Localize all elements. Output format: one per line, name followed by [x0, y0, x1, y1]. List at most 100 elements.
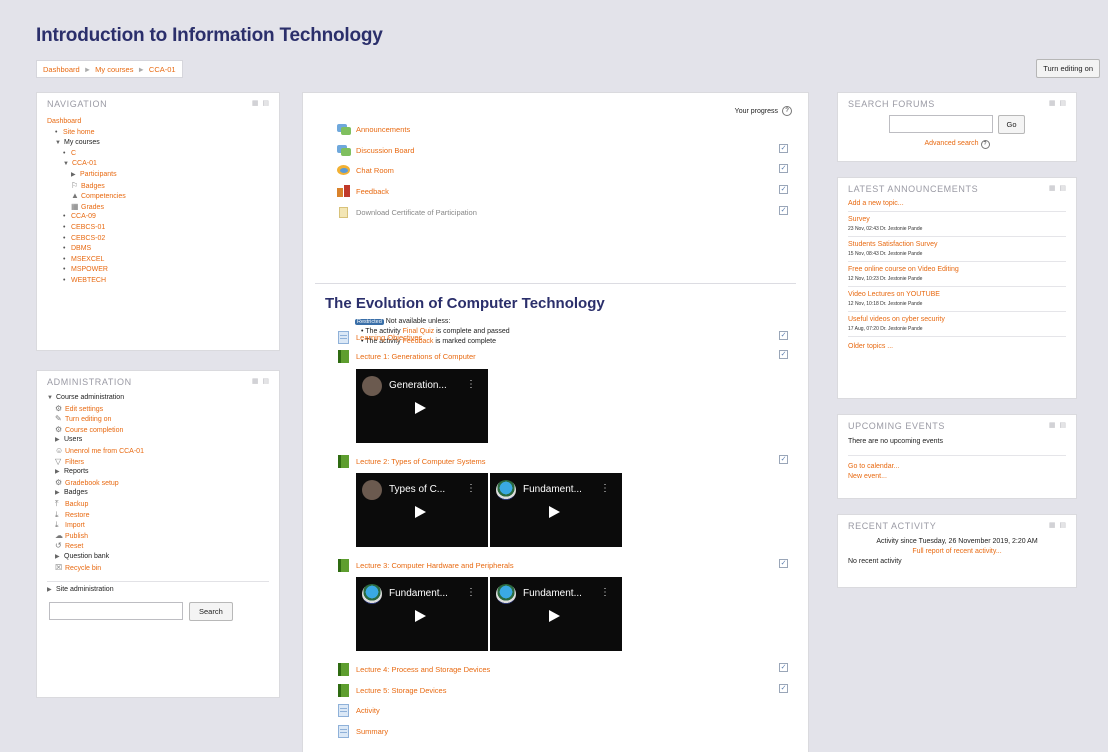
completion-checkbox[interactable]: ✓	[779, 206, 788, 215]
admin-item-reset[interactable]: ↺ Reset	[47, 541, 279, 552]
video-embed[interactable]: Generation... ⋮	[356, 369, 488, 443]
activity-link[interactable]: Download Certificate of Participation	[356, 208, 477, 217]
video-embed[interactable]: Types of C... ⋮	[356, 473, 488, 547]
forum-go-button[interactable]: Go	[998, 115, 1025, 134]
admin-item-filters[interactable]: ▽ Filters	[47, 457, 279, 468]
activity-link[interactable]: Discussion Board	[356, 146, 414, 155]
activity-link[interactable]: Chat Room	[356, 166, 394, 175]
admin-item-course-completion[interactable]: ⚙ Course completion	[47, 425, 279, 436]
nav-item-competencies[interactable]: ▲ Competencies	[47, 191, 279, 202]
nav-item-cebcs-02[interactable]: • CEBCS-02	[47, 234, 279, 245]
lecture-link[interactable]: Lecture 3: Computer Hardware and Periphe…	[356, 561, 514, 570]
play-icon[interactable]	[549, 610, 560, 622]
nav-item-dbms[interactable]: • DBMS	[47, 244, 279, 255]
admin-item-reports[interactable]: ▶ Reports	[47, 467, 279, 478]
completion-checkbox[interactable]: ✓	[779, 185, 788, 194]
admin-item-question-bank[interactable]: ▶ Question bank	[47, 552, 279, 563]
more-options-icon[interactable]: ⋮	[466, 379, 476, 390]
more-options-icon[interactable]: ⋮	[600, 483, 610, 494]
lecture-link[interactable]: Summary	[356, 727, 388, 736]
admin-item-recycle-bin[interactable]: ☒ Recycle bin	[47, 563, 279, 574]
new-event-link[interactable]: New event...	[848, 473, 887, 480]
block-controls-icon[interactable]: ▦ ▤	[252, 371, 270, 393]
lecture-link[interactable]: Lecture 1: Generations of Computer	[356, 352, 476, 361]
admin-item-import[interactable]: ⤓ Import	[47, 520, 279, 531]
activity-feedback[interactable]: Feedback ✓	[337, 183, 788, 199]
turn-editing-on-button[interactable]: Turn editing on	[1036, 59, 1100, 78]
lecture-link[interactable]: Lecture 5: Storage Devices	[356, 686, 446, 695]
advanced-search-link[interactable]: Advanced search	[924, 140, 978, 147]
announcement-link[interactable]: Students Satisfaction Survey	[848, 241, 938, 248]
admin-item-backup[interactable]: ⤒ Backup	[47, 499, 279, 510]
completion-checkbox[interactable]: ✓	[779, 350, 788, 359]
completion-checkbox[interactable]: ✓	[779, 331, 788, 340]
breadcrumb-my-courses[interactable]: My courses	[95, 65, 133, 74]
completion-checkbox[interactable]: ✓	[779, 684, 788, 693]
forum-search-input[interactable]	[889, 115, 994, 133]
full-report-link[interactable]: Full report of recent activity...	[912, 548, 1001, 555]
lecture-lecture-1-generations-of-computer[interactable]: Lecture 1: Generations of Computer ✓	[337, 348, 788, 364]
nav-item-badges[interactable]: ⚐ Badges	[47, 181, 279, 192]
lecture-learning-objectives[interactable]: Learning Objectives ✓	[337, 329, 788, 345]
lecture-lecture-3-computer-hardware-and-peripherals[interactable]: Lecture 3: Computer Hardware and Periphe…	[337, 557, 788, 573]
lecture-link[interactable]: Learning Objectives	[356, 333, 422, 342]
lecture-link[interactable]: Activity	[356, 706, 380, 715]
completion-checkbox[interactable]: ✓	[779, 164, 788, 173]
admin-search-input[interactable]	[49, 602, 183, 621]
nav-item-webtech[interactable]: • WEBTECH	[47, 276, 279, 287]
announcement-link[interactable]: Useful videos on cyber security	[848, 316, 945, 323]
breadcrumb-course[interactable]: CCA-01	[149, 65, 176, 74]
add-new-topic-link[interactable]: Add a new topic...	[848, 200, 904, 207]
nav-item-site-home[interactable]: • Site home	[47, 128, 279, 139]
play-icon[interactable]	[549, 506, 560, 518]
older-topics-link[interactable]: Older topics ...	[848, 343, 893, 350]
block-controls-icon[interactable]: ▦ ▤	[1049, 178, 1067, 200]
video-embed[interactable]: Fundament... ⋮	[490, 473, 622, 547]
nav-item-cca-09[interactable]: • CCA-09	[47, 212, 279, 223]
announcement-link[interactable]: Survey	[848, 216, 870, 223]
activity-download-certificate-of-participation[interactable]: Download Certificate of Participation ✓	[337, 204, 788, 220]
admin-item-gradebook-setup[interactable]: ⚙ Gradebook setup	[47, 478, 279, 489]
nav-item-cca-01[interactable]: ▼ CCA-01	[47, 159, 279, 170]
play-icon[interactable]	[415, 610, 426, 622]
block-controls-icon[interactable]: ▦ ▤	[252, 93, 270, 115]
completion-checkbox[interactable]: ✓	[779, 559, 788, 568]
block-controls-icon[interactable]: ▦ ▤	[1049, 515, 1067, 537]
nav-item-mspower[interactable]: • MSPOWER	[47, 265, 279, 276]
nav-item-participants[interactable]: ▶ Participants	[47, 170, 279, 181]
more-options-icon[interactable]: ⋮	[466, 483, 476, 494]
go-to-calendar-link[interactable]: Go to calendar...	[848, 463, 899, 470]
announcement-link[interactable]: Free online course on Video Editing	[848, 266, 959, 273]
completion-checkbox[interactable]: ✓	[779, 455, 788, 464]
video-embed[interactable]: Fundament... ⋮	[490, 577, 622, 651]
more-options-icon[interactable]: ⋮	[466, 587, 476, 598]
admin-item-edit-settings[interactable]: ⚙ Edit settings	[47, 404, 279, 415]
lecture-summary[interactable]: Summary	[337, 723, 788, 739]
more-options-icon[interactable]: ⋮	[600, 587, 610, 598]
lecture-link[interactable]: Lecture 4: Process and Storage Devices	[356, 665, 490, 674]
nav-item-c[interactable]: • C	[47, 149, 279, 160]
nav-item-cebcs-01[interactable]: • CEBCS-01	[47, 223, 279, 234]
block-controls-icon[interactable]: ▦ ▤	[1049, 93, 1067, 115]
play-icon[interactable]	[415, 402, 426, 414]
breadcrumb-dashboard[interactable]: Dashboard	[43, 65, 80, 74]
lecture-lecture-4-process-and-storage-devices[interactable]: Lecture 4: Process and Storage Devices ✓	[337, 661, 788, 677]
nav-item-dashboard[interactable]: Dashboard	[47, 117, 279, 128]
admin-item-restore[interactable]: ⤓ Restore	[47, 510, 279, 521]
nav-item-msexcel[interactable]: • MSEXCEL	[47, 255, 279, 266]
admin-item-badges[interactable]: ▶ Badges	[47, 488, 279, 499]
lecture-activity[interactable]: Activity	[337, 702, 788, 718]
announcement-link[interactable]: Video Lectures on YOUTUBE	[848, 291, 940, 298]
completion-checkbox[interactable]: ✓	[779, 144, 788, 153]
completion-checkbox[interactable]: ✓	[779, 663, 788, 672]
activity-discussion-board[interactable]: Discussion Board ✓	[337, 142, 788, 158]
lecture-link[interactable]: Lecture 2: Types of Computer Systems	[356, 457, 486, 466]
site-administration-item[interactable]: ▶ Site administration	[47, 585, 279, 596]
help-icon[interactable]: ?	[782, 106, 792, 116]
activity-link[interactable]: Feedback	[356, 187, 389, 196]
play-icon[interactable]	[415, 506, 426, 518]
lecture-lecture-5-storage-devices[interactable]: Lecture 5: Storage Devices ✓	[337, 682, 788, 698]
activity-link[interactable]: Announcements	[356, 125, 410, 134]
admin-item-course-administration[interactable]: ▼ Course administration	[47, 393, 279, 404]
admin-item-users[interactable]: ▶ Users	[47, 435, 279, 446]
